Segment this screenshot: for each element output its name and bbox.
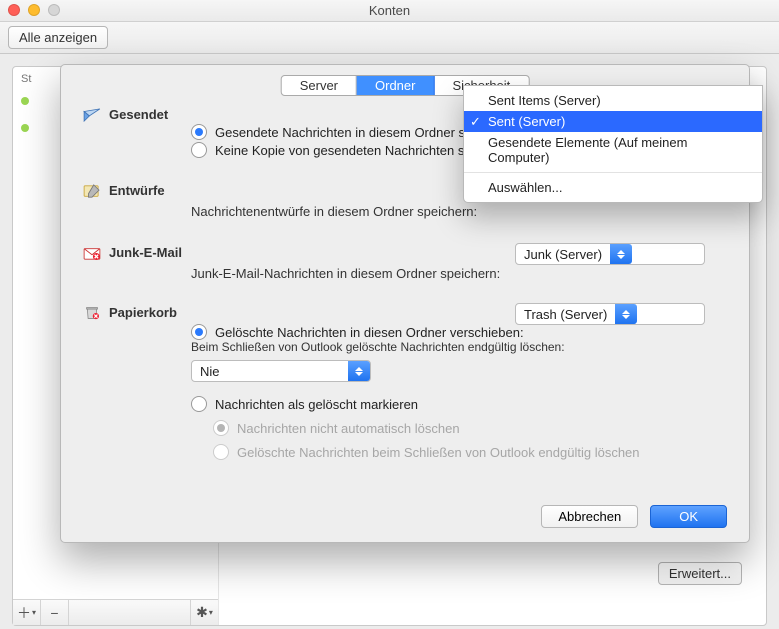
- trash-select[interactable]: Trash (Server): [515, 303, 705, 325]
- menu-item-sentitems[interactable]: Sent Items (Server): [464, 90, 762, 111]
- window-title: Konten: [369, 3, 410, 18]
- junk-help: Junk-E-Mail-Nachrichten in diesem Ordner…: [191, 266, 727, 281]
- toolbar: Alle anzeigen: [0, 22, 779, 54]
- tab-folders[interactable]: Ordner: [357, 76, 434, 95]
- trash-select-value: Trash (Server): [524, 307, 607, 322]
- dialog-buttons: Abbrechen OK: [541, 505, 727, 528]
- trash-move-radio[interactable]: [191, 324, 207, 340]
- trash-permclose-label: Gelöschte Nachrichten beim Schließen von…: [237, 445, 640, 460]
- add-button[interactable]: ＋▾: [13, 600, 41, 625]
- zoom-icon: [48, 4, 60, 16]
- junk-title: Junk-E-Mail: [109, 245, 182, 260]
- chevron-updown-icon: [610, 244, 632, 264]
- status-dot-icon: [21, 124, 29, 132]
- sent-store-label: Gesendete Nachrichten in diesem Ordner s…: [215, 125, 479, 140]
- status-dot-icon: [21, 97, 29, 105]
- titlebar: Konten: [0, 0, 779, 22]
- sent-title: Gesendet: [109, 107, 168, 122]
- menu-item-sent[interactable]: Sent (Server): [464, 111, 762, 132]
- sent-store-radio[interactable]: [191, 124, 207, 140]
- trash-title: Papierkorb: [109, 305, 177, 320]
- menu-item-choose[interactable]: Auswählen...: [464, 177, 762, 198]
- advanced-button[interactable]: Erweitert...: [658, 562, 742, 585]
- junk-section: Junk-E-Mail Junk (Server) Junk-E-Mail-Na…: [83, 245, 727, 281]
- show-all-button[interactable]: Alle anzeigen: [8, 26, 108, 49]
- trash-mark-radio[interactable]: [191, 396, 207, 412]
- chevron-updown-icon: [615, 304, 637, 324]
- trash-icon: [83, 306, 101, 320]
- trash-noauto-label: Nachrichten nicht automatisch löschen: [237, 421, 460, 436]
- traffic-lights: [8, 4, 60, 16]
- sent-folder-menu: Sent Items (Server) Sent (Server) Gesend…: [463, 85, 763, 203]
- cancel-button[interactable]: Abbrechen: [541, 505, 638, 528]
- sent-icon: [83, 108, 101, 122]
- list-actions: ＋▾ − ✱▾: [13, 599, 218, 625]
- close-icon[interactable]: [8, 4, 20, 16]
- trash-move-label: Gelöschte Nachrichten in diesen Ordner v…: [215, 325, 524, 340]
- sent-nocopy-radio[interactable]: [191, 142, 207, 158]
- junk-icon: [83, 246, 101, 260]
- drafts-title: Entwürfe: [109, 183, 165, 198]
- ok-button[interactable]: OK: [650, 505, 727, 528]
- junk-select-value: Junk (Server): [524, 247, 602, 262]
- chevron-updown-icon: [348, 361, 370, 381]
- menu-separator: [464, 172, 762, 173]
- tab-server[interactable]: Server: [282, 76, 357, 95]
- trash-freq-select[interactable]: Nie: [191, 360, 371, 382]
- gear-button[interactable]: ✱▾: [190, 600, 218, 625]
- trash-freq-value: Nie: [200, 364, 220, 379]
- drafts-help: Nachrichtenentwürfe in diesem Ordner spe…: [191, 204, 727, 219]
- remove-button[interactable]: −: [41, 600, 69, 625]
- junk-select[interactable]: Junk (Server): [515, 243, 705, 265]
- trash-mark-label: Nachrichten als gelöscht markieren: [215, 397, 418, 412]
- trash-permclose-radio: [213, 444, 229, 460]
- drafts-icon: [83, 184, 101, 198]
- trash-section: Papierkorb Trash (Server) Gelöschte Nach…: [83, 305, 727, 460]
- minimize-icon[interactable]: [28, 4, 40, 16]
- trash-noauto-radio: [213, 420, 229, 436]
- trash-sub: Beim Schließen von Outlook gelöschte Nac…: [191, 340, 727, 354]
- menu-item-local[interactable]: Gesendete Elemente (Auf meinem Computer): [464, 132, 762, 168]
- sent-nocopy-label: Keine Kopie von gesendeten Nachrichten s…: [215, 143, 479, 158]
